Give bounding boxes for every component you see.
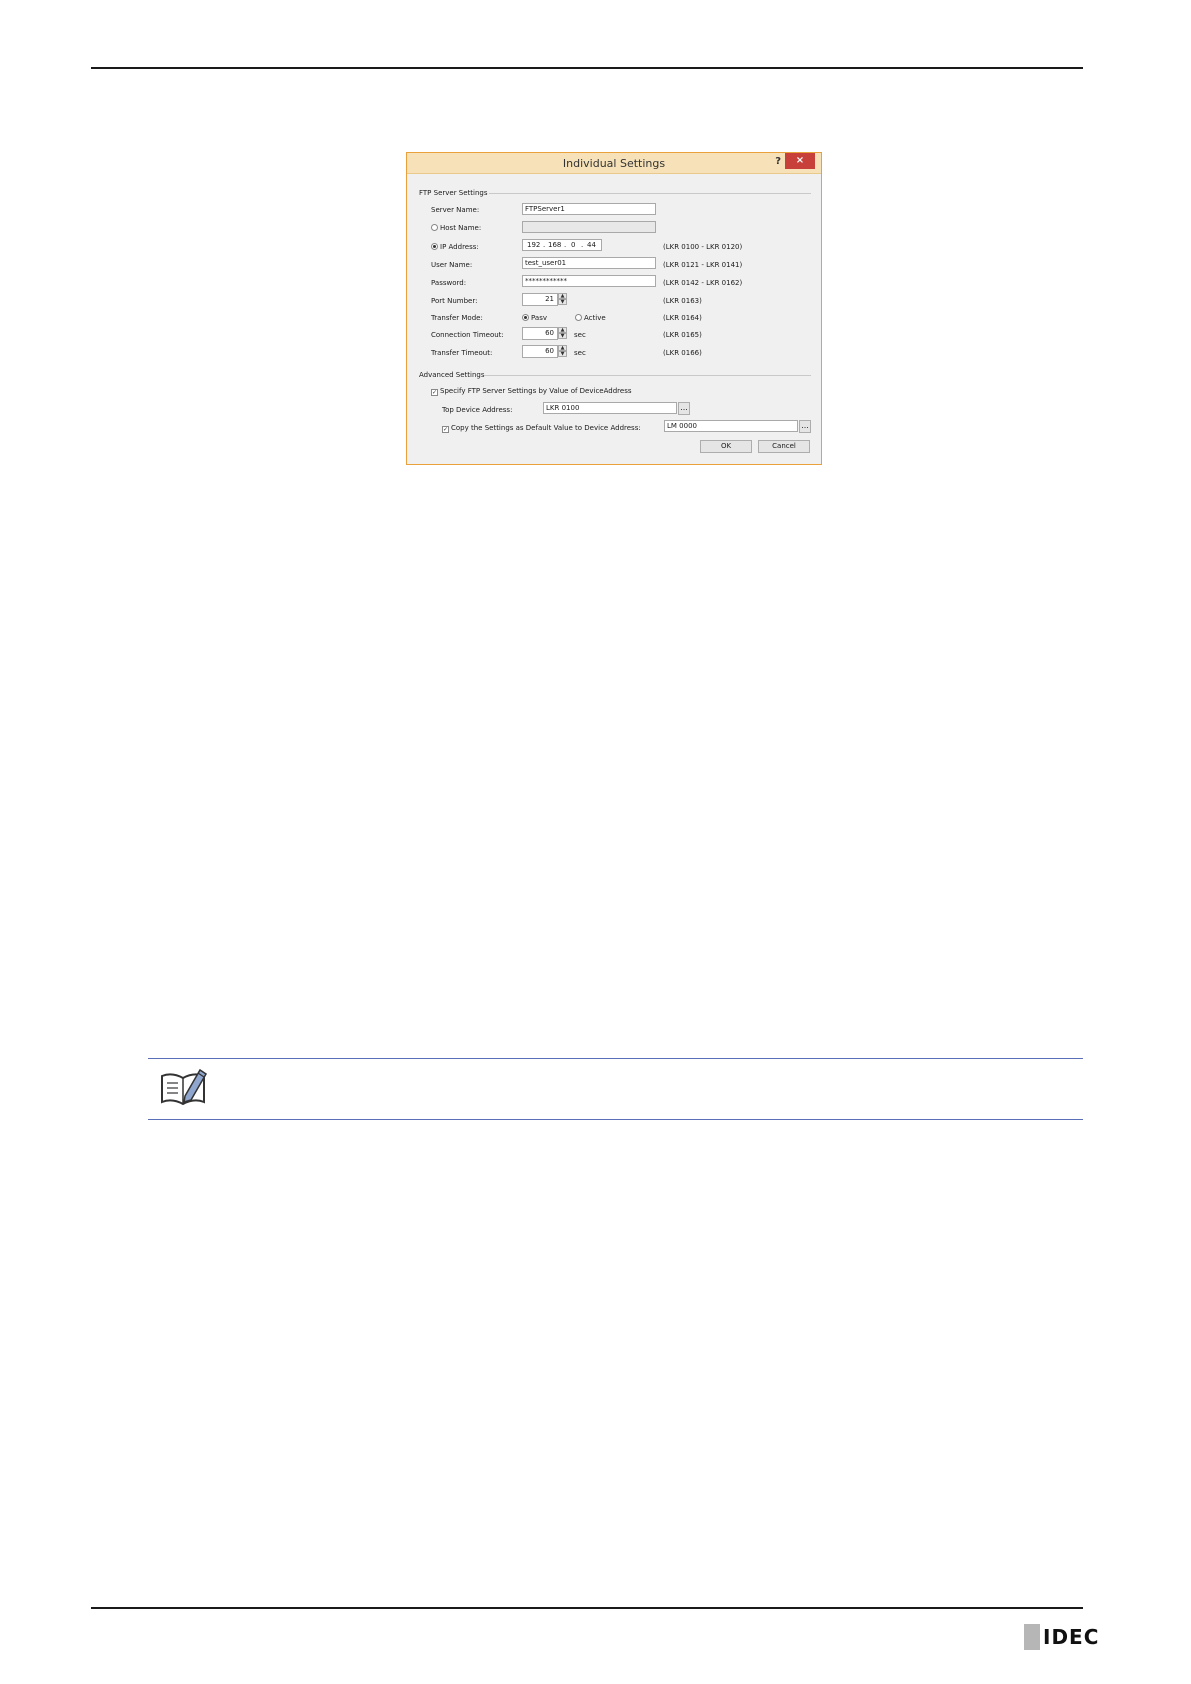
port-number-value[interactable]: 21 — [522, 293, 558, 306]
dialog-title: Individual Settings — [562, 157, 666, 170]
top-device-address-label: Top Device Address: — [442, 406, 513, 414]
advanced-group-divider — [484, 375, 811, 376]
host-name-label: Host Name: — [440, 224, 482, 232]
pasv-radio[interactable] — [522, 314, 529, 321]
host-name-option[interactable]: Host Name: — [431, 224, 481, 232]
advanced-group-label: Advanced Settings — [419, 371, 485, 379]
ip-address-option[interactable]: IP Address: — [431, 243, 479, 251]
connection-timeout-range: (LKR 0165) — [663, 331, 702, 339]
transfer-mode-range: (LKR 0164) — [663, 314, 702, 322]
server-name-label: Server Name: — [431, 206, 480, 214]
note-top-rule — [148, 1058, 1083, 1059]
pasv-label: Pasv — [531, 314, 547, 322]
copy-settings-checkbox[interactable]: ✓ — [442, 426, 449, 433]
ip-octet-1: 192 — [527, 241, 541, 249]
host-name-field[interactable] — [522, 221, 656, 233]
ip-address-field[interactable]: 192 . 168 . 0 . 44 — [522, 239, 602, 251]
spin-down-icon[interactable]: ▼ — [558, 351, 567, 357]
ip-dot-2: . — [564, 241, 567, 249]
copy-device-address-browse-button[interactable]: ... — [799, 420, 811, 433]
password-field[interactable]: ************ — [522, 275, 656, 287]
copy-device-address-field[interactable]: LM 0000 — [664, 420, 798, 432]
password-range: (LKR 0142 - LKR 0162) — [663, 279, 743, 287]
ftp-group-label: FTP Server Settings — [419, 189, 488, 197]
port-number-label: Port Number: — [431, 297, 478, 305]
ip-octet-3: 0 — [571, 241, 576, 249]
ftp-group-divider — [489, 193, 811, 194]
close-button[interactable]: × — [785, 153, 815, 169]
active-label: Active — [584, 314, 606, 322]
transfer-timeout-label: Transfer Timeout: — [431, 349, 493, 357]
dialog-titlebar: Individual Settings ? × — [407, 153, 821, 174]
ip-address-label: IP Address: — [440, 243, 479, 251]
user-name-label: User Name: — [431, 261, 473, 269]
ip-octet-4: 44 — [587, 241, 596, 249]
ok-button[interactable]: OK — [700, 440, 752, 453]
help-button[interactable]: ? — [775, 156, 781, 167]
spin-down-icon[interactable]: ▼ — [558, 333, 567, 339]
ip-octet-2: 168 — [548, 241, 562, 249]
user-name-range: (LKR 0121 - LKR 0141) — [663, 261, 743, 269]
transfer-mode-label: Transfer Mode: — [431, 314, 483, 322]
password-label: Password: — [431, 279, 467, 287]
active-option[interactable]: Active — [575, 314, 606, 322]
header-rule — [91, 67, 1083, 69]
note-bottom-rule — [148, 1119, 1083, 1120]
cancel-button[interactable]: Cancel — [758, 440, 810, 453]
active-radio[interactable] — [575, 314, 582, 321]
host-name-radio[interactable] — [431, 224, 438, 231]
copy-settings-option[interactable]: ✓ Copy the Settings as Default Value to D… — [442, 424, 641, 433]
logo-bar — [1024, 1624, 1040, 1650]
specify-ftp-label: Specify FTP Server Settings by Value of … — [440, 387, 632, 395]
note-pencil-icon — [161, 1068, 208, 1106]
top-device-address-browse-button[interactable]: ... — [678, 402, 690, 415]
server-name-field[interactable]: FTPServer1 — [522, 203, 656, 215]
connection-timeout-unit: sec — [574, 331, 586, 339]
transfer-timeout-value[interactable]: 60 — [522, 345, 558, 358]
pasv-option[interactable]: Pasv — [522, 314, 547, 322]
port-number-range: (LKR 0163) — [663, 297, 702, 305]
user-name-field[interactable]: test_user01 — [522, 257, 656, 269]
connection-timeout-value[interactable]: 60 — [522, 327, 558, 340]
ip-address-range: (LKR 0100 - LKR 0120) — [663, 243, 743, 251]
transfer-timeout-unit: sec — [574, 349, 586, 357]
transfer-timeout-range: (LKR 0166) — [663, 349, 702, 357]
individual-settings-dialog: Individual Settings ? × FTP Server Setti… — [406, 152, 822, 465]
footer-rule — [91, 1607, 1083, 1609]
spin-down-icon[interactable]: ▼ — [558, 299, 567, 305]
ip-dot-3: . — [581, 241, 584, 249]
copy-settings-label: Copy the Settings as Default Value to De… — [451, 424, 641, 432]
specify-ftp-checkbox[interactable]: ✓ — [431, 389, 438, 396]
logo-text: IDEC — [1043, 1625, 1100, 1649]
top-device-address-field[interactable]: LKR 0100 — [543, 402, 677, 414]
connection-timeout-label: Connection Timeout: — [431, 331, 504, 339]
ip-address-radio[interactable] — [431, 243, 438, 250]
ip-dot-1: . — [543, 241, 546, 249]
specify-ftp-option[interactable]: ✓ Specify FTP Server Settings by Value of… — [431, 387, 632, 396]
